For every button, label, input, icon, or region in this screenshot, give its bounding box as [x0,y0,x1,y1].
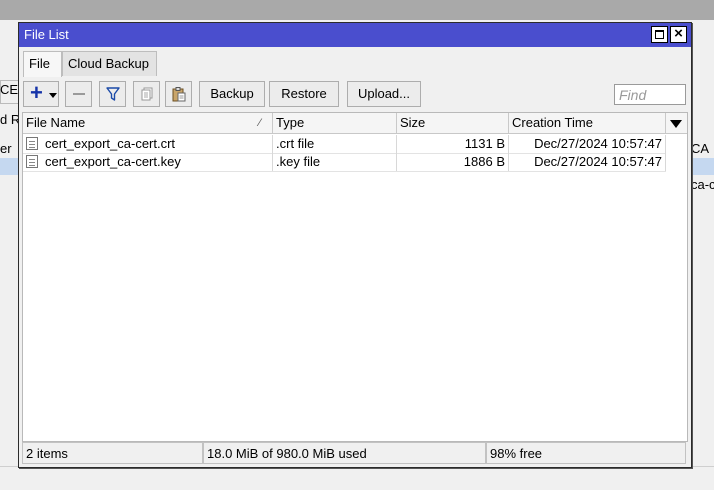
paste-icon [172,87,185,102]
file-table: File Name ⁄ Type Size Creation Time cert… [22,112,688,442]
status-item-count: 2 items [22,442,203,464]
find-input[interactable] [614,84,686,105]
cell-type: .crt file [273,135,397,153]
background-text: CE [0,82,19,97]
table-row[interactable]: cert_export_ca-cert.crt .crt file 1131 B… [23,135,666,154]
filter-icon [105,87,120,101]
column-header-label: File Name [26,115,86,130]
window-title: File List [24,27,69,42]
filter-button[interactable] [99,81,126,107]
file-list-window: File List × File Cloud Backup + Backup R… [18,22,692,468]
background-text: er [0,141,12,156]
cell-creation-time: Dec/27/2024 10:57:47 [509,153,666,171]
cell-type: .key file [273,153,397,171]
table-header: File Name ⁄ Type Size Creation Time [23,113,687,134]
remove-button[interactable] [65,81,92,107]
backup-button[interactable]: Backup [199,81,265,107]
background-text: CA [691,141,710,156]
background-statusbar [0,466,714,490]
cell-creation-time: Dec/27/2024 10:57:47 [509,135,666,153]
background-text: ca-c [691,177,714,192]
column-header-size[interactable]: Size [397,113,509,133]
cell-size: 1131 B [397,135,509,153]
window-titlebar[interactable]: File List × [19,23,691,47]
chevron-down-icon [49,93,57,98]
close-icon[interactable]: × [670,26,687,43]
restore-button[interactable]: Restore [269,81,339,107]
plus-icon: + [30,80,43,105]
table-row[interactable]: cert_export_ca-cert.key .key file 1886 B… [23,153,666,172]
cell-file-name: cert_export_ca-cert.crt [23,135,273,153]
column-menu-dropdown-icon[interactable] [666,113,687,133]
paste-button[interactable] [165,81,192,107]
status-disk-used: 18.0 MiB of 980.0 MiB used [203,442,486,464]
add-button[interactable]: + [23,81,59,107]
status-disk-free: 98% free [486,442,686,464]
file-icon [26,137,38,150]
copy-button[interactable] [133,81,160,107]
file-name-text: cert_export_ca-cert.key [45,154,181,169]
tab-file[interactable]: File [23,51,62,77]
background-titlebar [0,0,714,20]
column-header-file-name[interactable]: File Name ⁄ [23,113,273,133]
tab-cloud-backup[interactable]: Cloud Backup [62,51,157,76]
cell-file-name: cert_export_ca-cert.key [23,153,273,171]
cell-size: 1886 B [397,153,509,171]
column-header-creation-time[interactable]: Creation Time [509,113,666,133]
upload-button[interactable]: Upload... [347,81,421,107]
maximize-icon[interactable] [651,26,668,43]
copy-icon [141,87,152,101]
file-icon [26,155,38,168]
toolbar: + Backup Restore Upload... Find [23,81,687,109]
file-name-text: cert_export_ca-cert.crt [45,136,176,151]
sort-icon: ⁄ [259,117,261,129]
status-bar: 2 items 18.0 MiB of 980.0 MiB used 98% f… [22,442,686,464]
column-header-type[interactable]: Type [273,113,397,133]
